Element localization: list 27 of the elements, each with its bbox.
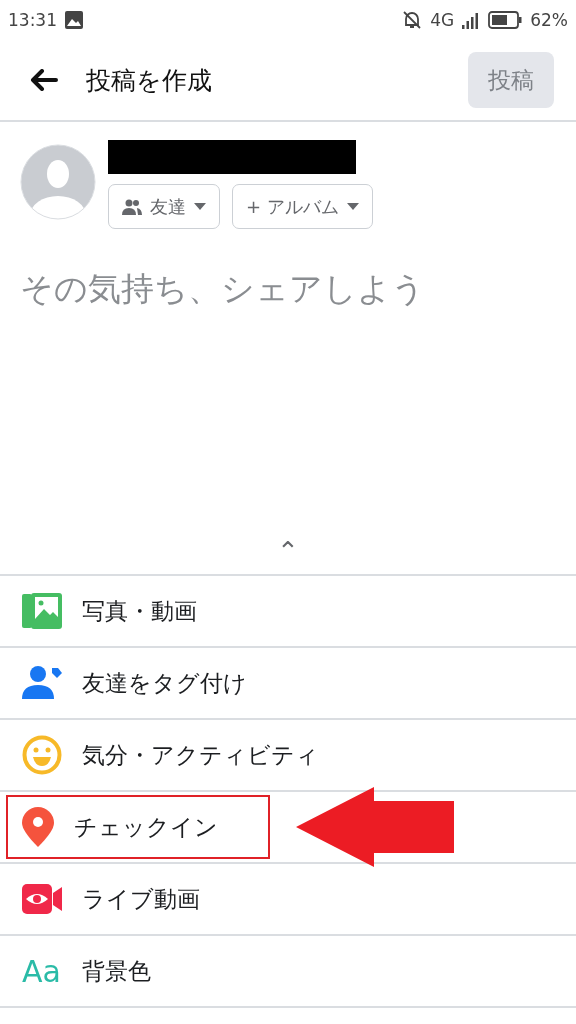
muted-bell-icon [402,10,423,30]
battery-percent: 62% [530,10,568,30]
option-label[interactable]: 友達をタグ付け [82,667,247,699]
option-label[interactable]: 気分・アクティビティ [82,739,319,771]
album-dropdown[interactable]: + アルバム [232,184,373,229]
page-title: 投稿を作成 [86,64,213,97]
people-icon [122,198,142,215]
option-label[interactable]: チェックイン [74,811,218,843]
smiley-icon [22,735,62,775]
back-arrow-icon[interactable] [30,69,58,91]
location-pin-icon [22,807,54,847]
image-icon [65,11,83,29]
person-tag-icon [22,665,62,701]
option-label[interactable]: 写真・動画 [82,595,197,627]
video-camera-icon [22,884,62,914]
expand-chevron[interactable]: ⌃ [277,536,299,566]
option-label[interactable]: 背景色 [82,955,151,987]
caret-icon [346,203,359,210]
network-type: 4G [430,10,455,30]
caret-icon [194,203,206,210]
option-label[interactable]: ライブ動画 [82,883,200,915]
signal-icon [462,11,481,29]
audience-dropdown[interactable]: 友達 [108,184,220,229]
photo-icon [22,593,62,629]
battery-icon [488,11,523,29]
text-style-icon: Aa [22,953,62,989]
status-time: 13:31 [8,10,57,30]
